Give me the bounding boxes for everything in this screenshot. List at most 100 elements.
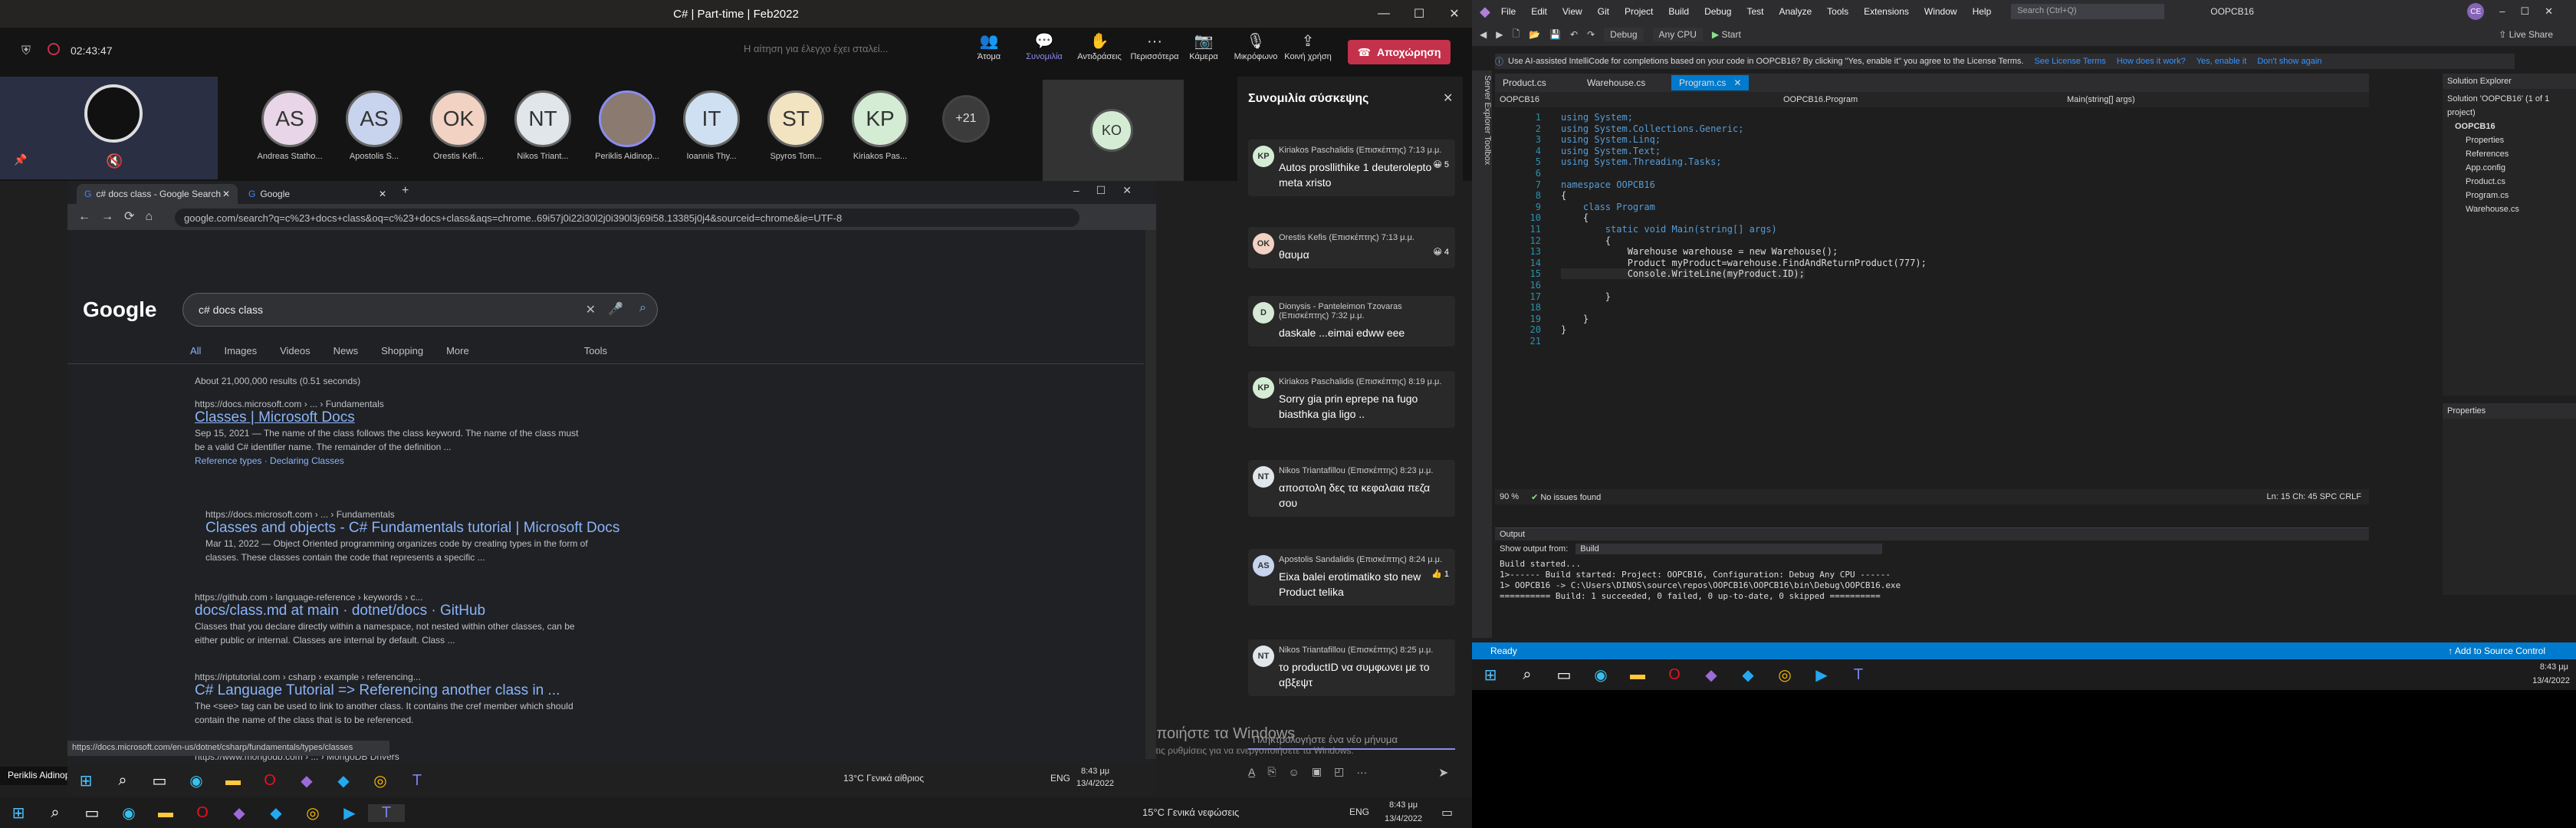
participant-tile[interactable]: IT Ioannis Thy...	[669, 90, 754, 161]
menu-test[interactable]: Test	[1746, 6, 1763, 17]
menu-build[interactable]: Build	[1668, 6, 1689, 17]
vscode-icon[interactable]: ◆	[1730, 665, 1766, 685]
sticker-icon[interactable]: ◰	[1334, 765, 1344, 778]
weather-widget[interactable]: 15°C Γενικά νεφώσεις	[1142, 807, 1239, 818]
more-icon[interactable]: ···	[1356, 766, 1367, 778]
window-controls[interactable]: –☐✕	[2499, 5, 2568, 18]
source-control-button[interactable]: ↑ Add to Source Control	[2448, 646, 2545, 656]
google-logo[interactable]: Google	[83, 297, 156, 322]
code-editor[interactable]: OOPCB16 OOPCB16.Program Main(string[] ar…	[1495, 92, 2369, 506]
reaction-badge[interactable]: 👍 1	[1431, 569, 1449, 579]
address-bar[interactable]: google.com/search?q=c%23+docs+class&oq=c…	[175, 209, 1079, 227]
visual-studio-icon[interactable]: ◆	[288, 771, 325, 790]
participant-tile[interactable]: NT Nikos Triant...	[500, 90, 586, 161]
format-icon[interactable]: A̲	[1248, 766, 1255, 778]
search-icon[interactable]: ⌕	[104, 772, 141, 790]
result-link[interactable]: docs/class.md at main · dotnet/docs · Gi…	[195, 603, 670, 619]
minimize-icon[interactable]: —	[1366, 7, 1401, 21]
tree-item[interactable]: Warehouse.cs	[2447, 202, 2571, 216]
enable-link[interactable]: Yes, enable it	[2196, 57, 2247, 66]
code-line[interactable]: Warehouse warehouse = new Warehouse();	[1561, 246, 1838, 257]
reaction-badge[interactable]: 😀 5	[1433, 159, 1449, 169]
tree-item[interactable]: Properties	[2447, 133, 2571, 147]
windows-start-icon[interactable]: ⊞	[1472, 665, 1509, 685]
code-line[interactable]: {	[1561, 190, 1566, 201]
windows-start-icon[interactable]: ⊞	[0, 803, 37, 823]
tab-google[interactable]: G Google ✕	[241, 184, 394, 204]
tab-shopping[interactable]: Shopping	[381, 345, 423, 356]
tab-more[interactable]: More	[446, 345, 469, 356]
code-line[interactable]: class Program	[1561, 202, 1655, 212]
how-link[interactable]: How does it work?	[2117, 57, 2186, 66]
search-input[interactable]: c# docs class ✕ 🎤 ⌕	[182, 293, 658, 327]
code-line[interactable]: static void Main(string[] args)	[1561, 224, 1777, 235]
emoji-icon[interactable]: ☺	[1289, 766, 1300, 778]
participant-tile[interactable]: OK Orestis Kefi...	[416, 90, 501, 161]
platform-select[interactable]: Any CPU	[1652, 28, 1703, 41]
explorer-icon[interactable]: ▬	[1619, 666, 1656, 684]
output-source-select[interactable]: Build	[1576, 544, 1883, 554]
chrome-icon[interactable]: ◎	[294, 803, 331, 823]
tree-item[interactable]: Product.cs	[2447, 175, 2571, 189]
chat-button[interactable]: 💬 Συνομιλία	[1020, 34, 1069, 61]
tab-all[interactable]: All	[190, 345, 201, 356]
zoom-level[interactable]: 90 %	[1500, 492, 1519, 501]
search-icon[interactable]: ⌕	[37, 804, 74, 822]
notifications-icon[interactable]: ▭	[1441, 805, 1453, 820]
edge-icon[interactable]: ◉	[178, 771, 215, 790]
class-dropdown[interactable]: OOPCB16.Program	[1783, 95, 2067, 104]
sitelinks[interactable]: Reference types · Declaring Classes	[195, 454, 670, 468]
mic-button[interactable]: 🎙 Μικρόφωνο	[1231, 34, 1280, 61]
menu-help[interactable]: Help	[1973, 6, 1992, 17]
visual-studio-icon[interactable]: ◆	[221, 803, 258, 823]
tree-item[interactable]: References	[2447, 147, 2571, 161]
teams-icon[interactable]: T	[368, 803, 405, 822]
close-icon[interactable]: ✕	[222, 189, 230, 199]
tree-item[interactable]: OOPCB16	[2447, 120, 2571, 133]
redo-icon[interactable]: ↷	[1587, 29, 1595, 40]
edge-icon[interactable]: ◉	[1582, 665, 1619, 685]
dismiss-link[interactable]: Don't show again	[2257, 57, 2321, 66]
config-select[interactable]: Debug	[1604, 28, 1644, 41]
share-button[interactable]: ⇪ Κοινή χρήση	[1283, 34, 1332, 61]
code-line[interactable]: {	[1561, 212, 1589, 223]
result-link[interactable]: C# Language Tutorial => Referencing anot…	[195, 682, 670, 699]
tab-news[interactable]: News	[334, 345, 359, 356]
code-line[interactable]: }	[1561, 324, 1566, 335]
start-button[interactable]: ▶ Start	[1712, 29, 1741, 40]
vscode-icon[interactable]: ◆	[258, 803, 294, 823]
participant-tile[interactable]: ST Spyros Tom...	[753, 90, 839, 161]
license-link[interactable]: See License Terms	[2034, 57, 2105, 66]
teams-icon[interactable]: T	[399, 772, 435, 790]
menu-extensions[interactable]: Extensions	[1864, 6, 1909, 17]
undo-icon[interactable]: ↶	[1570, 29, 1578, 40]
leave-button[interactable]: ☎ Αποχώρηση	[1348, 40, 1451, 64]
people-button[interactable]: 👥 Άτομα	[964, 34, 1014, 61]
more-participants[interactable]: +21	[923, 95, 1009, 143]
code-line[interactable]: using System.Collections.Generic;	[1561, 123, 1743, 134]
attach-icon[interactable]: ⎘	[1267, 765, 1276, 778]
back-icon[interactable]: ◀	[1480, 29, 1487, 40]
participant-tile[interactable]: Periklis Aidinop...	[584, 90, 670, 161]
explorer-icon[interactable]: ▬	[215, 772, 251, 790]
menu-analyze[interactable]: Analyze	[1779, 6, 1812, 17]
opera-icon[interactable]: O	[251, 772, 288, 790]
code-line[interactable]: }	[1561, 314, 1589, 324]
code-line[interactable]: using System.Threading.Tasks;	[1561, 156, 1722, 167]
tab-tools[interactable]: Tools	[584, 345, 607, 356]
send-icon[interactable]: ➤	[1438, 765, 1448, 780]
vscode-icon[interactable]: ◆	[325, 771, 362, 790]
tab-videos[interactable]: Videos	[280, 345, 310, 356]
explorer-icon[interactable]: ▬	[147, 804, 184, 822]
obs-video-tile[interactable]: 🔇 📌	[0, 77, 218, 179]
camera-button[interactable]: 📷 Κάμερα	[1179, 34, 1228, 61]
gif-icon[interactable]: ▣	[1312, 765, 1322, 778]
teams-icon[interactable]: T	[1840, 666, 1877, 684]
media-icon[interactable]: ▶	[331, 803, 368, 823]
new-file-icon[interactable]: 🗋	[1512, 27, 1520, 43]
solution-tree[interactable]: Solution 'OOPCB16' (1 of 1 project) OOPCB…	[2443, 89, 2576, 219]
task-view-icon[interactable]: ▭	[141, 771, 178, 790]
participant-tile[interactable]: AS Apostolis S...	[331, 90, 417, 161]
issues-indicator[interactable]: ✔ No issues found	[1531, 492, 1601, 502]
menu-debug[interactable]: Debug	[1704, 6, 1731, 17]
